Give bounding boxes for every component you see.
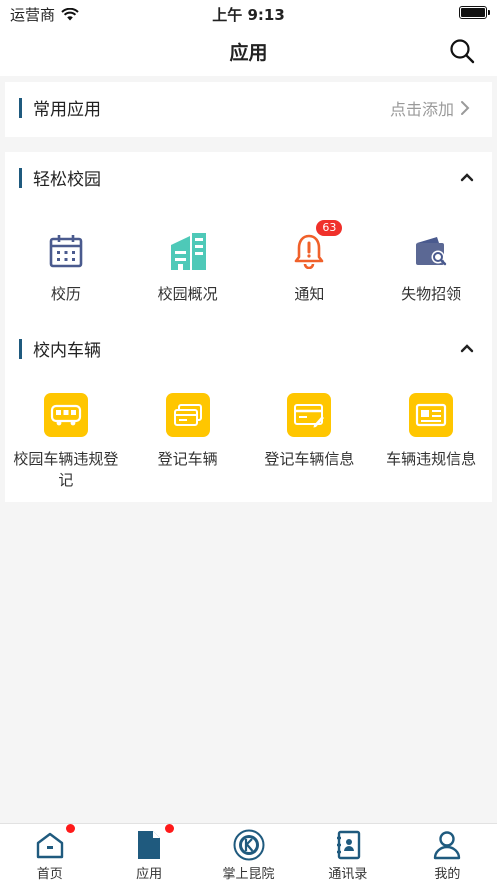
tab-label: 通讯录 [328,867,368,882]
app-vehicle-violation-register[interactable]: 校园车辆违规登记 [5,393,127,491]
app-vehicle-violation-info[interactable]: 车辆违规信息 [370,393,492,491]
app-lost-found[interactable]: 失物招领 [370,230,492,305]
app-calendar[interactable]: 校历 [5,230,127,305]
tab-label: 我的 [434,867,461,882]
contacts-icon [336,830,361,860]
section-accent-bar [19,339,22,359]
vehicle-grid: 校园车辆违规登记 登记车辆 登记车辆信息 车辆违规信息 [5,393,492,491]
app-label: 通知 [294,285,325,303]
add-label: 点击添加 [389,100,454,119]
card-edit-icon [294,404,325,428]
vehicle-header[interactable]: 校内车辆 [5,323,492,373]
id-card-icon [416,403,447,427]
section-title: 轻松校园 [33,170,101,190]
school-logo-icon [233,829,265,861]
status-bar: 运营商 上午 9:13 [0,0,497,26]
tab-label: 应用 [136,867,163,882]
tab-home[interactable]: 首页 [0,824,99,883]
tab-bar: 首页 应用 掌上昆院 通讯录 我的 [0,823,497,883]
cards-icon [173,404,202,426]
clock: 上午 9:13 [212,6,285,24]
app-register-vehicle[interactable]: 登记车辆 [127,393,249,491]
battery-icon [459,6,490,19]
building-icon [170,233,206,270]
app-label: 校园车辆违规登记 [13,450,119,489]
calendar-icon [49,235,83,268]
add-common-app-button[interactable]: 点击添加 [390,96,470,120]
search-icon[interactable] [449,38,475,64]
wallet-search-icon [416,237,447,266]
app-register-vehicle-info[interactable]: 登记车辆信息 [249,393,371,491]
campus-header[interactable]: 轻松校园 [5,152,492,202]
person-icon [434,831,461,860]
campus-card: 轻松校园 校历 校园概况 63 通知 失物招领 校内车辆 校园车辆违规登记 登记… [5,152,492,502]
chevron-up-icon[interactable] [460,341,474,355]
campus-grid: 校历 校园概况 63 通知 失物招领 [5,220,492,305]
bell-icon [295,234,324,269]
app-campus-overview[interactable]: 校园概况 [127,230,249,305]
bus-icon [50,404,81,426]
tab-label: 掌上昆院 [222,867,275,882]
notification-dot [165,824,175,833]
app-label: 车辆违规信息 [386,450,477,468]
app-notice[interactable]: 63 通知 [249,220,371,305]
nav-bar: 应用 [0,26,497,76]
common-apps-card: 常用应用 点击添加 [5,82,492,137]
page-title: 应用 [229,42,268,64]
app-label: 登记车辆信息 [264,450,355,468]
section-title: 校内车辆 [33,341,101,361]
tab-kunyuan[interactable]: 掌上昆院 [199,824,298,883]
tab-label: 首页 [36,867,63,882]
tab-mine[interactable]: 我的 [398,824,497,883]
document-icon [138,831,161,859]
section-title: 常用应用 [33,100,101,120]
app-label: 校园概况 [157,285,218,303]
app-label: 登记车辆 [157,450,218,468]
tab-contacts[interactable]: 通讯录 [298,824,397,883]
section-accent-bar [19,98,22,118]
tab-apps[interactable]: 应用 [99,824,198,883]
chevron-up-icon[interactable] [460,170,474,184]
app-label: 校历 [50,285,81,303]
app-label: 失物招领 [401,285,462,303]
notification-dot [66,824,75,833]
chevron-right-icon [461,101,470,115]
section-accent-bar [19,168,22,188]
home-icon [36,832,63,859]
notice-badge: 63 [316,220,343,236]
common-apps-header[interactable]: 常用应用 点击添加 [5,82,492,132]
